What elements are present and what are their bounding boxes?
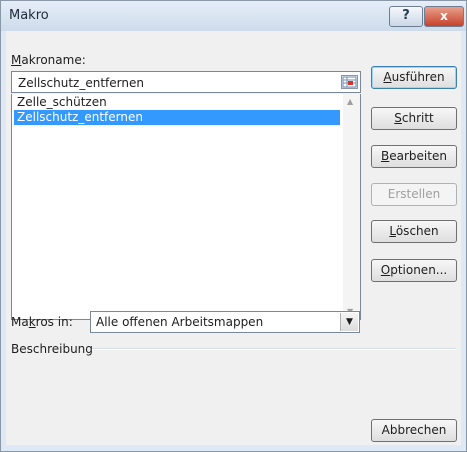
macros-in-value: Alle offenen Arbeitsmappen (96, 315, 264, 329)
list-scrollbar[interactable]: ▲ ▼ (343, 94, 360, 319)
description-divider (92, 348, 456, 350)
macros-in-select[interactable]: Alle offenen Arbeitsmappen ▼ (90, 311, 360, 333)
cancel-button[interactable]: Abbrechen (371, 419, 457, 442)
create-button[interactable]: Erstellen (371, 183, 457, 206)
macros-in-label: Makros in: (11, 315, 73, 329)
title-bar: Makro ? x (1, 1, 466, 31)
chevron-down-icon[interactable]: ▼ (340, 313, 358, 331)
macro-dialog: Makro ? x Makroname: Zellschutz_entferne… (0, 0, 467, 452)
window-title: Makro (9, 8, 49, 23)
run-button[interactable]: Ausführen (371, 66, 457, 89)
options-button[interactable]: Optionen... (371, 259, 457, 282)
close-button[interactable]: x (424, 6, 464, 27)
help-button[interactable]: ? (389, 6, 423, 27)
macro-list[interactable]: Zelle_schützen Zellschutz_entfernen ▲ ▼ (11, 94, 361, 320)
macro-list-item[interactable]: Zelle_schützen (14, 95, 340, 110)
step-button[interactable]: Schritt (371, 107, 457, 130)
cell-reference-icon[interactable] (341, 75, 358, 89)
edit-button[interactable]: Bearbeiten (371, 145, 457, 168)
macro-name-label: Makroname: (11, 53, 86, 67)
macro-list-item[interactable]: Zellschutz_entfernen (14, 110, 340, 125)
description-label: Beschreibung (11, 342, 93, 356)
dialog-body: Makroname: Zellschutz_entfernen Zelle_sc… (6, 31, 461, 445)
scroll-up-icon[interactable]: ▲ (347, 97, 353, 106)
macro-name-value: Zellschutz_entfernen (18, 76, 144, 90)
macro-name-input[interactable]: Zellschutz_entfernen (11, 71, 361, 93)
delete-button[interactable]: Löschen (371, 220, 457, 243)
